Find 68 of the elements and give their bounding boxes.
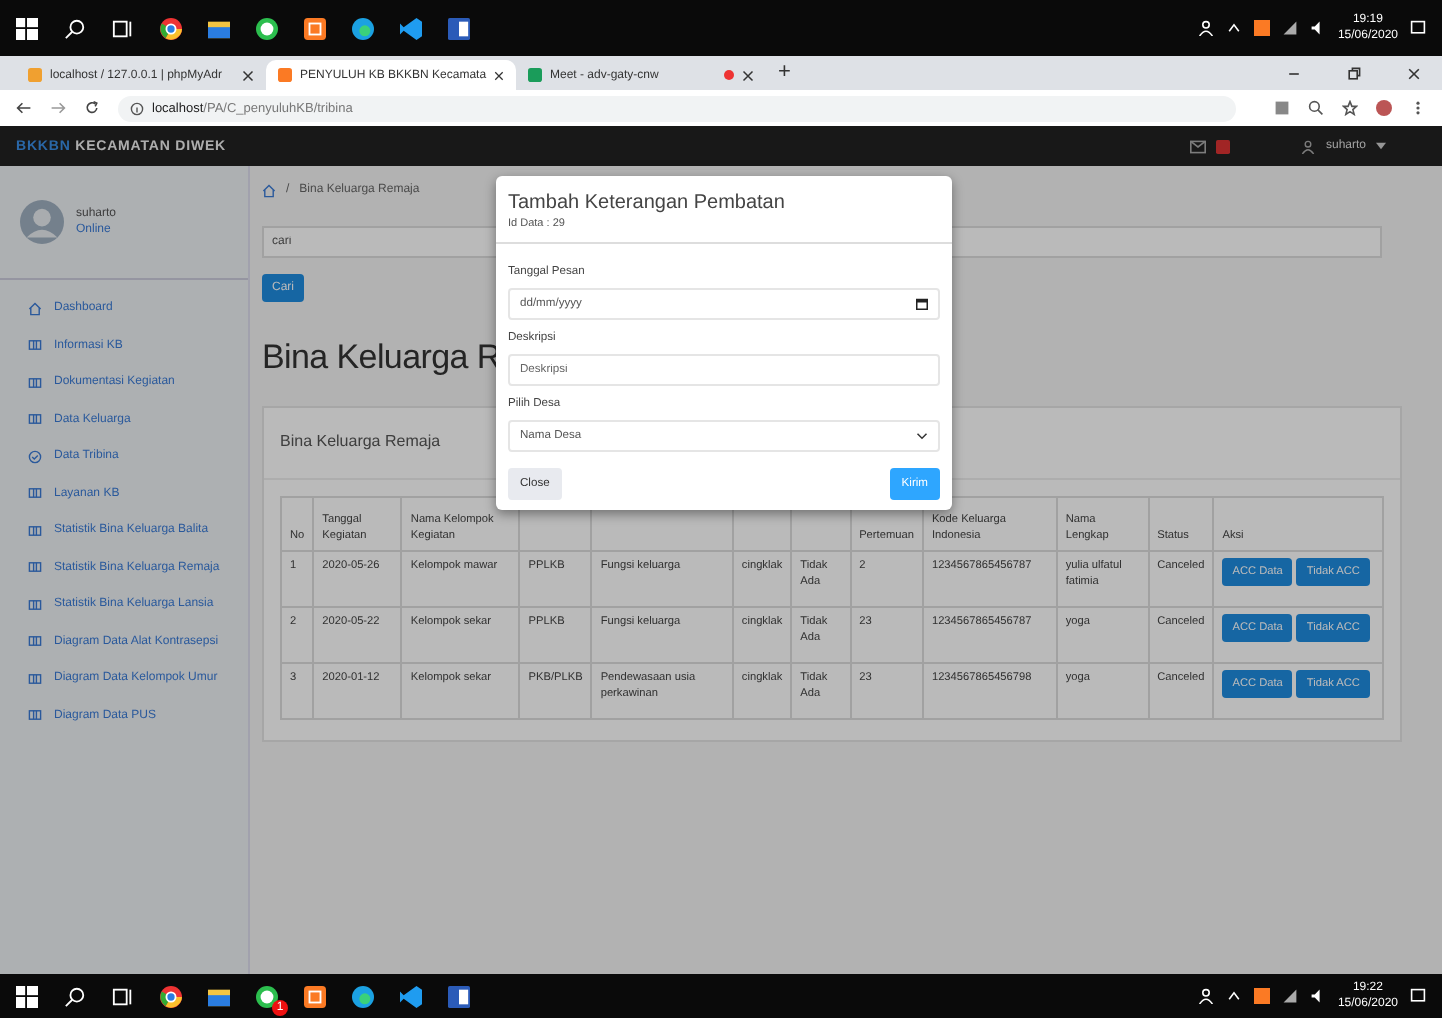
recording-icon xyxy=(724,70,734,80)
people-icon[interactable] xyxy=(1197,20,1214,36)
server-icon[interactable] xyxy=(304,17,326,39)
reload-icon[interactable] xyxy=(84,100,100,116)
tray-app-icon[interactable] xyxy=(1253,988,1270,1004)
code-editor-icon[interactable] xyxy=(400,17,422,39)
modal-title: Tambah Keterangan Pembatan xyxy=(508,192,787,214)
chat-icon[interactable] xyxy=(256,985,278,1007)
columns-icon xyxy=(28,597,42,612)
favicon-icon xyxy=(278,68,292,82)
close-icon[interactable] xyxy=(494,69,504,81)
folder-icon[interactable] xyxy=(208,985,230,1007)
task-view-icon[interactable] xyxy=(112,17,134,39)
columns-icon xyxy=(28,560,42,575)
restore-icon[interactable] xyxy=(1346,65,1362,81)
chevron-up-icon[interactable] xyxy=(1225,988,1242,1004)
columns-icon xyxy=(28,708,42,723)
zoom-icon[interactable] xyxy=(1308,100,1324,116)
avatar-icon xyxy=(20,200,64,244)
tray-app-icon[interactable] xyxy=(1253,20,1270,36)
server-icon[interactable] xyxy=(304,985,326,1007)
favicon-icon xyxy=(528,68,542,82)
info-icon xyxy=(130,101,144,115)
document-icon[interactable] xyxy=(448,985,470,1007)
browser-icon[interactable] xyxy=(160,985,182,1007)
volume-icon[interactable] xyxy=(1309,20,1326,36)
windows-logo-icon[interactable] xyxy=(16,17,38,39)
notification-icon[interactable] xyxy=(1410,988,1426,1004)
document-icon[interactable] xyxy=(448,17,470,39)
close-icon[interactable] xyxy=(1406,65,1422,81)
close-icon[interactable] xyxy=(242,69,254,81)
task-view-icon[interactable] xyxy=(112,985,134,1007)
forward-icon[interactable] xyxy=(50,100,66,116)
columns-icon xyxy=(28,375,42,390)
columns-icon xyxy=(28,523,42,538)
browser-icon[interactable] xyxy=(160,17,182,39)
folder-icon[interactable] xyxy=(208,17,230,39)
new-tab-button[interactable]: + xyxy=(778,60,791,86)
columns-icon xyxy=(28,412,42,427)
search-icon[interactable] xyxy=(64,985,86,1007)
people-icon[interactable] xyxy=(1197,988,1214,1004)
favicon-icon xyxy=(28,68,42,82)
search-icon[interactable] xyxy=(64,17,86,39)
code-editor-icon[interactable] xyxy=(400,985,422,1007)
windows-logo-icon[interactable] xyxy=(16,985,38,1007)
columns-icon xyxy=(28,634,42,649)
columns-icon xyxy=(28,486,42,501)
close-icon[interactable] xyxy=(742,69,754,81)
columns-icon xyxy=(28,338,42,353)
chevron-down-icon xyxy=(916,430,928,442)
network-icon[interactable] xyxy=(1281,988,1298,1004)
chat-icon[interactable] xyxy=(256,17,278,39)
network-icon[interactable] xyxy=(1281,20,1298,36)
home-icon xyxy=(28,301,42,316)
notification-badge-icon xyxy=(1215,139,1230,153)
back-icon[interactable] xyxy=(16,100,32,116)
calendar-icon[interactable] xyxy=(916,298,928,310)
notification-icon[interactable] xyxy=(1410,20,1426,36)
home-icon[interactable] xyxy=(262,183,276,197)
volume-icon[interactable] xyxy=(1309,988,1326,1004)
mail-icon[interactable] xyxy=(1189,139,1206,153)
star-icon[interactable] xyxy=(1342,100,1358,116)
caret-icon[interactable] xyxy=(1376,142,1386,150)
user-icon xyxy=(1299,139,1316,153)
columns-icon xyxy=(28,671,42,686)
chevron-up-icon[interactable] xyxy=(1225,20,1242,36)
avatar-icon[interactable] xyxy=(1376,100,1392,116)
circle-check-icon xyxy=(28,449,42,464)
